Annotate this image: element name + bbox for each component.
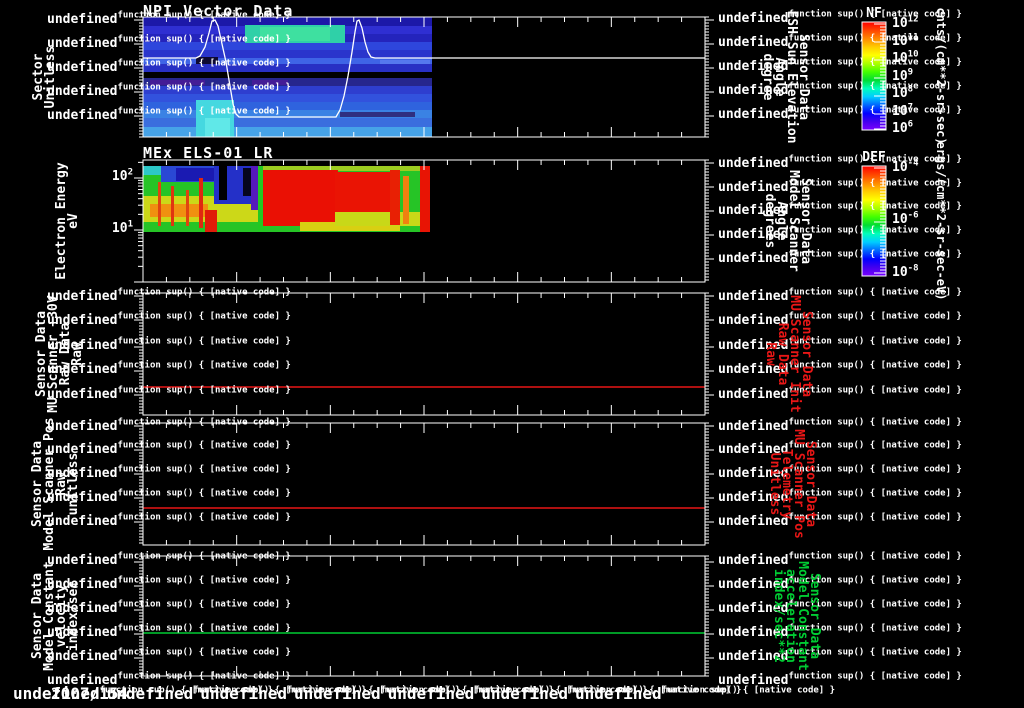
right-tick-label: undefinedfunction sup() { [native code] … [718,33,962,50]
right-tick-label: undefinedfunction sup() { [native code] … [718,575,962,592]
axis-label-line: eV [66,213,81,229]
right-tick-label: undefinedfunction sup() { [native code] … [718,599,962,616]
right-tick-label: undefinedfunction sup() { [native code] … [718,336,962,353]
axis-label-line: degrees [762,193,777,249]
axis-label-line: index/sec [66,580,81,652]
time-tick-label: undefinedfunction sup() { [native code] … [574,684,836,703]
colorbar-tick-label: 1012 [892,14,919,31]
right-tick-label: undefinedfunction sup() { [native code] … [718,512,962,529]
left-axis-label: Electron Energy eV [54,162,81,279]
y-tick-label: undefinedfunction sup() { [native code] … [47,58,291,75]
right-tick-label: undefinedfunction sup() { [native code] … [718,57,962,74]
right-tick-label: undefinedfunction sup() { [native code] … [718,81,962,98]
axis-label-line: index/sec**2 [771,569,786,663]
right-tick-label: undefinedfunction sup() { [native code] … [718,385,962,402]
y-tick-label: undefinedfunction sup() { [native code] … [47,34,291,51]
right-axis-label: Sensor Data MU Scanner Init Raw Data Raw [763,295,814,412]
y-tick-label: undefinedfunction sup() { [native code] … [47,10,291,27]
colorbar-nf-unit: cnts/(cm**2-sr-sec) [934,7,948,145]
colorbar-tick-label: 1011 [892,32,919,49]
colorbar-tick-label: 108 [892,84,914,101]
left-axis-label: Sensor Data Model Constant velocity index/s… [30,561,81,671]
right-tick-label: undefinedfunction sup() { [native code] … [718,9,962,26]
axis-label-line: Raw [763,342,778,366]
colorbar-tick-label: 10-8 [892,263,919,280]
right-axis-label: Sensor Data MU Scanner Pos Telemetry Unitle… [767,429,818,539]
axis-label-line: Raw [70,342,85,366]
y-tick-label: undefinedfunction sup() { [native code] … [47,106,291,123]
right-tick-label: undefinedfunction sup() { [native code] … [718,287,962,304]
colorbar-tick-label: 109 [892,67,914,84]
right-tick-label: undefinedfunction sup() { [native code] … [718,417,962,434]
left-axis-label: Sector Unitless [31,45,58,109]
colorbar-tick-label: 10-4 [892,158,919,175]
right-axis-label: Sensor Data Model Constant acceleration ind… [771,561,822,671]
right-axis-label: Sensor Data Model Scanner Angle degrees [762,170,813,272]
right-tick-label: undefinedfunction sup() { [native code] … [718,551,962,568]
left-axis-label: Sensor Data MU Scanner +30V Raw Data Raw [34,295,85,412]
right-axis-label: Sensor Data ESH Sun Elevation Angle degree [760,10,811,143]
panel2-title: MEx ELS-01 LR [143,144,274,162]
colorbar-tick-label: 106 [892,119,914,136]
axis-label-line: unitless [66,452,81,516]
colorbar-tick-label: 10-6 [892,210,919,227]
y-tick-label: undefinedfunction sup() { [native code] … [47,82,291,99]
left-axis-label: Sensor Data Model Scanner Pos Raw unitless [30,417,81,550]
axis-label-line: Unitless [43,45,58,109]
right-tick-label: undefinedfunction sup() { [native code] … [718,178,962,195]
right-tick-label: undefinedfunction sup() { [native code] … [718,488,962,505]
science-plot-window: NPI Vector Data MEx ELS-01 LR NF DEF cnt… [0,0,1024,708]
right-tick-label: undefinedfunction sup() { [native code] … [718,464,962,481]
right-tick-label: undefinedfunction sup() { [native code] … [718,105,962,122]
right-tick-label: undefinedfunction sup() { [native code] … [718,623,962,640]
colorbar-tick-label: 1010 [892,49,919,66]
right-tick-label: undefinedfunction sup() { [native code] … [718,360,962,377]
axis-label-line: degree [760,53,775,101]
right-tick-label: undefinedfunction sup() { [native code] … [718,201,962,218]
right-tick-label: undefinedfunction sup() { [native code] … [718,249,962,266]
right-tick-label: undefinedfunction sup() { [native code] … [718,225,962,242]
right-tick-label: undefinedfunction sup() { [native code] … [718,154,962,171]
right-tick-label: undefinedfunction sup() { [native code] … [718,440,962,457]
right-tick-label: undefinedfunction sup() { [native code] … [718,647,962,664]
colorbar-tick-label: 107 [892,102,914,119]
axis-label-line: Unitless [767,452,782,516]
right-tick-label: undefinedfunction sup() { [native code] … [718,311,962,328]
